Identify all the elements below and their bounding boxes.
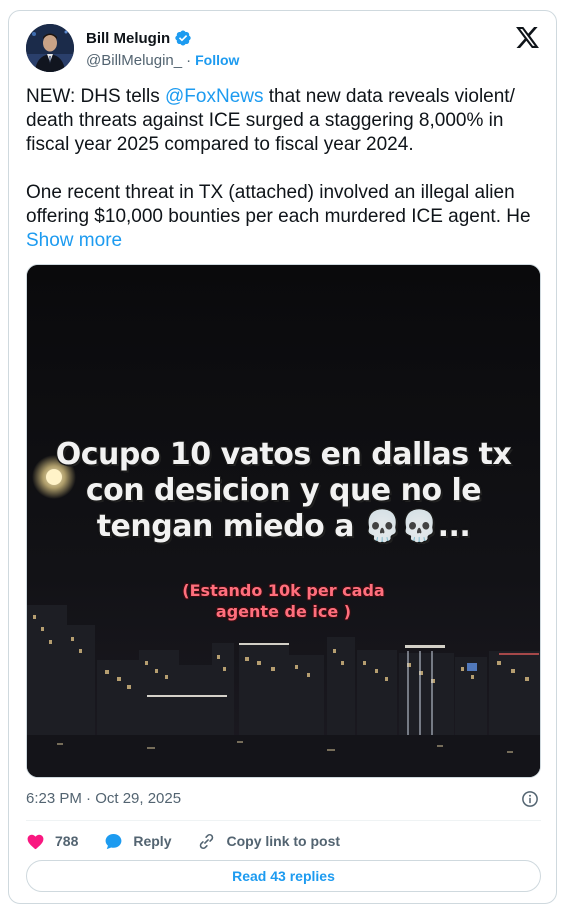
reply-label: Reply xyxy=(133,833,172,849)
copy-link-label: Copy link to post xyxy=(226,833,341,849)
reply-button[interactable]: Reply xyxy=(104,832,171,851)
read-replies-button[interactable]: Read 43 replies xyxy=(26,860,541,892)
overlay-red-line-2: agente de ice ) xyxy=(215,602,352,621)
tweet-text-segment: NEW: DHS tells xyxy=(26,86,166,107)
x-logo-icon[interactable] xyxy=(516,27,539,48)
divider xyxy=(26,820,541,821)
overlay-text-line-1: Ocupo 10 vatos en dallas tx xyxy=(55,437,512,472)
avatar[interactable] xyxy=(26,24,74,72)
like-count: 788 xyxy=(55,833,79,849)
avatar-image xyxy=(26,24,74,72)
separator-dot: · xyxy=(186,51,192,69)
author-name-row: Bill Melugin xyxy=(86,28,192,48)
author-name[interactable]: Bill Melugin xyxy=(86,30,170,47)
info-icon[interactable] xyxy=(521,790,539,808)
attached-video[interactable]: Ocupo 10 vatos en dallas tx con desicion… xyxy=(26,264,541,778)
tweet-card: Bill Melugin @BillMelugin_ · Follow NEW:… xyxy=(8,10,557,904)
author-handle[interactable]: @BillMelugin_ xyxy=(86,52,182,69)
timestamp-link[interactable]: 6:23 PM · Oct 29, 2025 xyxy=(26,789,181,809)
tweet-paragraph-1: NEW: DHS tells @FoxNews that new data re… xyxy=(26,85,540,157)
follow-button[interactable]: Follow xyxy=(195,52,239,68)
tweet-text-segment: One recent threat in TX (attached) invol… xyxy=(26,182,531,227)
overlay-text-line-2: con desicion y que no le xyxy=(85,473,482,508)
heart-icon xyxy=(27,834,44,849)
link-icon xyxy=(200,833,214,849)
mention-link[interactable]: @FoxNews xyxy=(165,86,263,107)
copy-link-button[interactable]: Copy link to post xyxy=(197,832,340,851)
tweet-paragraph-2: One recent threat in TX (attached) invol… xyxy=(26,181,540,253)
overlay-red-line-1: (Estando 10k per cada xyxy=(182,581,385,600)
overlay-text-line-3: tengan miedo a 💀💀... xyxy=(96,509,471,544)
show-more-link[interactable]: Show more xyxy=(26,230,122,251)
author-handle-row: @BillMelugin_ · Follow xyxy=(86,50,239,70)
action-bar: 788 Reply Copy link to post xyxy=(26,829,366,853)
reply-bubble-icon xyxy=(105,833,122,849)
tweet-text: NEW: DHS tells @FoxNews that new data re… xyxy=(26,85,540,253)
verified-badge-icon xyxy=(175,30,191,46)
like-button[interactable]: 788 xyxy=(26,832,78,851)
